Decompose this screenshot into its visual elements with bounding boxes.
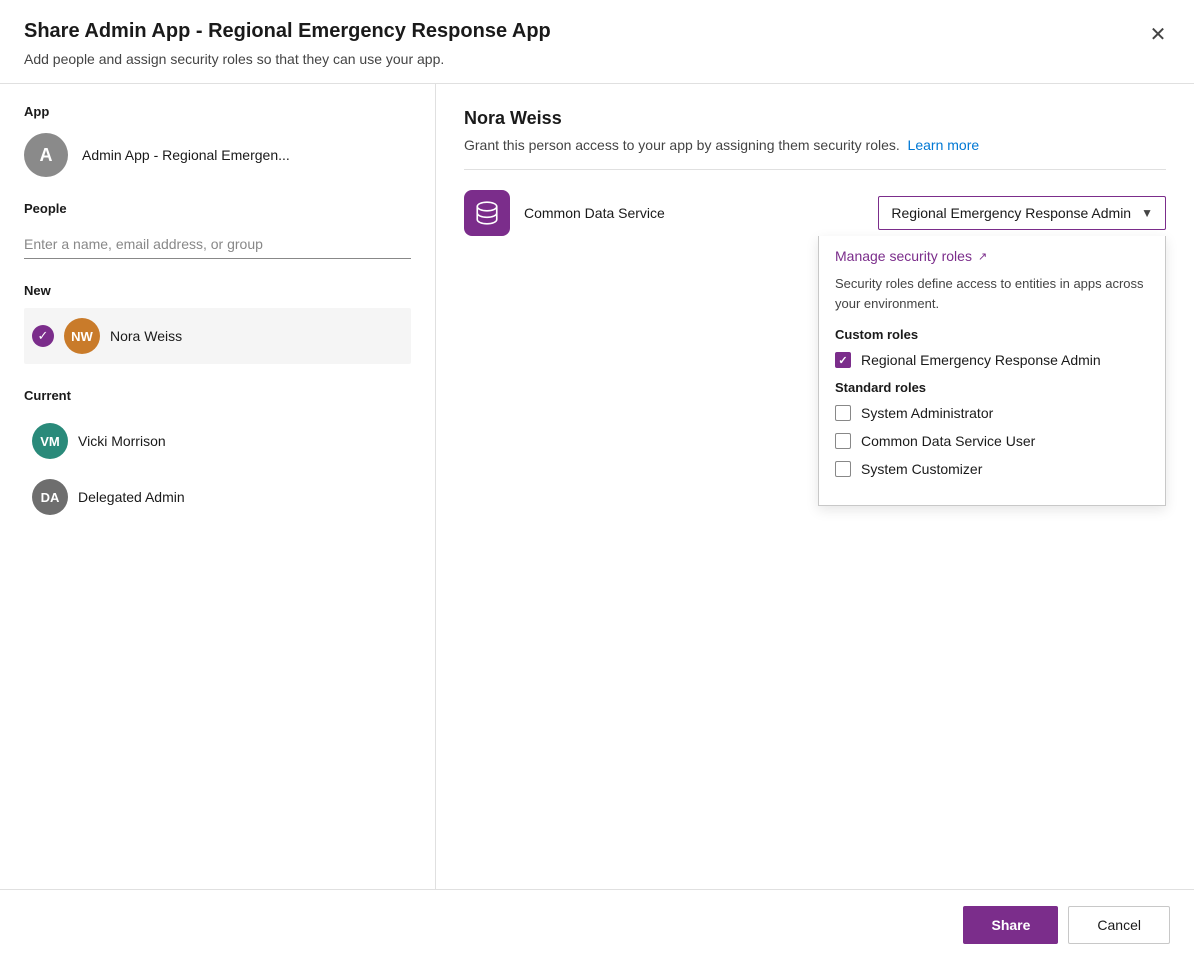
new-section-label: New <box>24 283 411 298</box>
dropdown-chevron-icon: ▼ <box>1141 206 1153 220</box>
people-section: People <box>24 201 411 283</box>
current-person-row-da[interactable]: DA Delegated Admin <box>24 469 411 525</box>
people-section-label: People <box>24 201 411 216</box>
dialog-subtitle: Add people and assign security roles so … <box>24 51 1170 67</box>
role-dropdown[interactable]: Regional Emergency Response Admin ▼ <box>878 196 1166 230</box>
person-name-delegated: Delegated Admin <box>78 489 185 505</box>
manage-roles-link[interactable]: Manage security roles ↗︎ <box>835 248 1149 264</box>
service-name: Common Data Service <box>524 205 864 221</box>
dropdown-panel: Manage security roles ↗︎ Security roles … <box>818 236 1166 506</box>
selected-check-icon: ✓ <box>32 325 54 347</box>
right-panel: Nora Weiss Grant this person access to y… <box>436 84 1194 889</box>
standard-role-name-1: Common Data Service User <box>861 433 1035 449</box>
dialog-footer: Share Cancel <box>0 889 1194 960</box>
app-avatar: A <box>24 133 68 177</box>
current-person-row-vm[interactable]: VM Vicki Morrison <box>24 413 411 469</box>
share-button[interactable]: Share <box>963 906 1058 944</box>
app-item: A Admin App - Regional Emergen... <box>24 133 411 177</box>
standard-role-item-2: System Customizer <box>835 461 1149 477</box>
person-avatar-nw: NW <box>64 318 100 354</box>
divider <box>464 169 1166 170</box>
standard-role-checkbox-1[interactable] <box>835 433 851 449</box>
service-icon <box>464 190 510 236</box>
people-search-input[interactable] <box>24 230 411 259</box>
service-row-wrap: Common Data Service Regional Emergency R… <box>464 190 1166 236</box>
left-panel: App A Admin App - Regional Emergen... Pe… <box>0 84 436 889</box>
grant-text: Grant this person access to your app by … <box>464 137 1166 153</box>
cancel-button[interactable]: Cancel <box>1068 906 1170 944</box>
custom-role-item-0: Regional Emergency Response Admin <box>835 352 1149 368</box>
dialog-body: App A Admin App - Regional Emergen... Pe… <box>0 84 1194 889</box>
standard-role-item-1: Common Data Service User <box>835 433 1149 449</box>
external-link-icon: ↗︎ <box>978 250 987 263</box>
standard-role-item-0: System Administrator <box>835 405 1149 421</box>
person-avatar-vm: VM <box>32 423 68 459</box>
custom-role-name-0: Regional Emergency Response Admin <box>861 352 1101 368</box>
close-button[interactable]: ✕ <box>1142 18 1174 50</box>
person-name-nora: Nora Weiss <box>110 328 182 344</box>
standard-role-name-0: System Administrator <box>861 405 993 421</box>
dropdown-value: Regional Emergency Response Admin <box>891 205 1131 221</box>
custom-roles-label: Custom roles <box>835 327 1149 342</box>
right-person-title: Nora Weiss <box>464 108 1166 129</box>
standard-roles-label: Standard roles <box>835 380 1149 395</box>
learn-more-link[interactable]: Learn more <box>908 137 980 153</box>
share-dialog: Share Admin App - Regional Emergency Res… <box>0 0 1194 960</box>
app-name: Admin App - Regional Emergen... <box>82 147 290 163</box>
app-section-label: App <box>24 104 411 119</box>
standard-role-checkbox-2[interactable] <box>835 461 851 477</box>
custom-role-checkbox-0[interactable] <box>835 352 851 368</box>
dialog-title: Share Admin App - Regional Emergency Res… <box>24 20 1170 43</box>
dialog-header: Share Admin App - Regional Emergency Res… <box>0 0 1194 84</box>
person-avatar-da: DA <box>32 479 68 515</box>
roles-description: Security roles define access to entities… <box>835 274 1149 313</box>
person-name-vicki: Vicki Morrison <box>78 433 166 449</box>
standard-role-name-2: System Customizer <box>861 461 982 477</box>
current-section-label: Current <box>24 388 411 403</box>
standard-role-checkbox-0[interactable] <box>835 405 851 421</box>
new-person-row[interactable]: ✓ NW Nora Weiss <box>24 308 411 364</box>
